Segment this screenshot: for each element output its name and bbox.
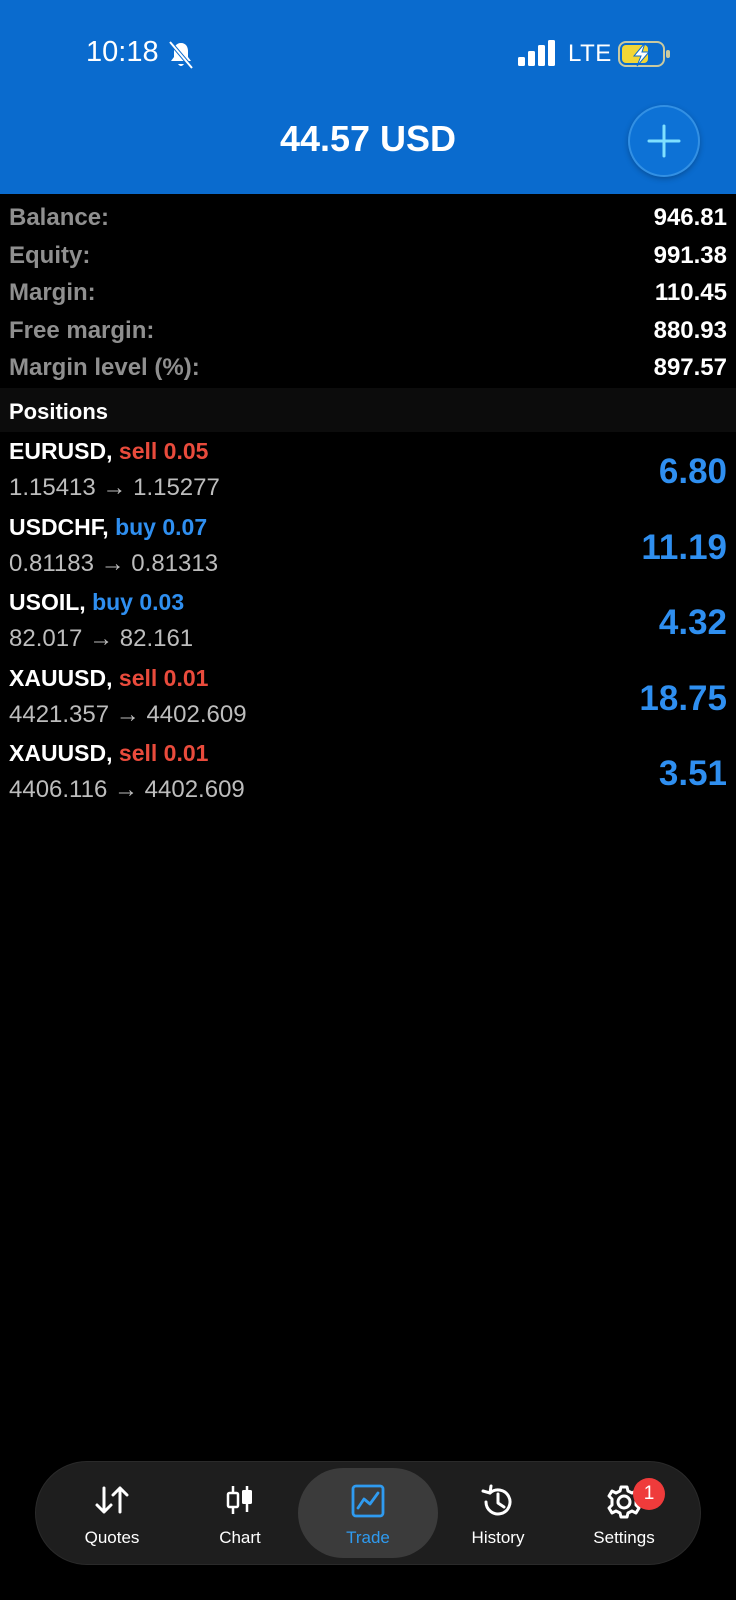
- account-profit-title: 44.57 USD: [279, 118, 457, 159]
- notification-badge: 1: [633, 1478, 665, 1510]
- position-row[interactable]: XAUUSD, sell 0.01 4406.116 → 4402.609 3.…: [0, 734, 736, 810]
- position-row[interactable]: USDCHF, buy 0.07 0.81183 → 0.81313 11.19: [0, 508, 736, 584]
- summary-label: Equity:: [9, 241, 91, 269]
- trade-chart-icon: [351, 1484, 385, 1518]
- quotes-arrows-icon: [95, 1486, 129, 1514]
- top-bar: 10:18 LTE 44.57 USD: [0, 0, 736, 194]
- position-profit: 4.32: [658, 603, 727, 642]
- summary-row-margin: Margin: 110.45: [0, 273, 736, 311]
- positions-list: EURUSD, sell 0.05 1.15413 → 1.15277 6.80…: [0, 432, 736, 810]
- position-row[interactable]: EURUSD, sell 0.05 1.15413 → 1.15277 6.80: [0, 432, 736, 508]
- status-time: 10:18: [86, 36, 159, 68]
- summary-row-margin-level: Margin level (%): 897.57: [0, 348, 736, 386]
- network-label: LTE: [568, 40, 612, 67]
- position-row[interactable]: XAUUSD, sell 0.01 4421.357 → 4402.609 18…: [0, 659, 736, 735]
- position-prices: 4406.116 → 4402.609: [9, 776, 245, 803]
- position-prices: 4421.357 → 4402.609: [9, 700, 247, 728]
- tab-trade[interactable]: Trade: [298, 1468, 438, 1558]
- plus-icon: [647, 124, 681, 158]
- position-symbol: EURUSD,: [9, 438, 113, 464]
- position-prices: 1.15413 → 1.15277: [9, 474, 220, 501]
- tab-label: Chart: [219, 1528, 261, 1547]
- positions-section-header: Positions: [0, 388, 736, 432]
- position-title: XAUUSD, sell 0.01: [9, 665, 208, 692]
- tab-label: Quotes: [84, 1528, 140, 1547]
- position-profit: 18.75: [639, 678, 727, 718]
- candlestick-icon: [226, 1486, 252, 1514]
- positions-section-title: Positions: [9, 399, 109, 424]
- bell-off-icon: [168, 40, 194, 70]
- tab-label: History: [471, 1528, 525, 1547]
- tab-history[interactable]: History: [434, 1468, 562, 1558]
- position-title: XAUUSD, sell 0.01: [9, 740, 208, 767]
- tab-chart[interactable]: Chart: [176, 1468, 304, 1558]
- position-prices: 82.017 → 82.161: [9, 625, 194, 652]
- position-profit: 11.19: [641, 527, 727, 567]
- summary-row-free-margin: Free margin: 880.93: [0, 311, 736, 349]
- position-side: buy 0.07: [115, 513, 208, 540]
- position-side: sell 0.01: [118, 740, 209, 766]
- summary-value: 946.81: [653, 204, 727, 231]
- position-side: sell 0.01: [118, 664, 209, 691]
- position-side: sell 0.05: [118, 438, 209, 464]
- summary-value: 991.38: [653, 241, 727, 269]
- position-side: buy 0.03: [92, 589, 185, 615]
- bottom-tab-bar: Quotes Chart Trade History 1 Settings: [36, 1462, 700, 1564]
- summary-row-equity: Equity: 991.38: [0, 236, 736, 274]
- summary-label: Margin:: [9, 279, 96, 306]
- position-symbol: XAUUSD,: [9, 664, 113, 691]
- summary-value: 880.93: [653, 316, 727, 344]
- summary-row-balance: Balance: 946.81: [0, 198, 736, 236]
- summary-label: Margin level (%):: [9, 354, 200, 381]
- position-profit: 3.51: [658, 754, 727, 793]
- position-symbol: USOIL,: [9, 589, 86, 615]
- tab-label: Settings: [593, 1528, 655, 1547]
- account-summary: Balance: 946.81 Equity: 991.38 Margin: 1…: [0, 198, 736, 386]
- position-title: USOIL, buy 0.03: [9, 589, 184, 616]
- position-symbol: XAUUSD,: [9, 740, 113, 766]
- summary-value: 110.45: [654, 279, 727, 306]
- position-row[interactable]: USOIL, buy 0.03 82.017 → 82.161 4.32: [0, 583, 736, 659]
- tab-quotes[interactable]: Quotes: [48, 1468, 176, 1558]
- summary-label: Free margin:: [9, 316, 155, 344]
- new-order-button[interactable]: [628, 105, 700, 177]
- summary-value: 897.57: [653, 354, 727, 381]
- tab-settings[interactable]: 1 Settings: [560, 1468, 688, 1558]
- history-clock-icon: [481, 1484, 512, 1516]
- summary-label: Balance:: [9, 204, 110, 231]
- position-title: USDCHF, buy 0.07: [9, 514, 207, 541]
- position-title: EURUSD, sell 0.05: [9, 438, 208, 465]
- signal-icon: [518, 40, 555, 66]
- position-prices: 0.81183 → 0.81313: [9, 549, 219, 577]
- position-profit: 6.80: [658, 452, 727, 491]
- battery-charging-icon: [618, 41, 670, 67]
- tab-label: Trade: [346, 1528, 390, 1547]
- position-symbol: USDCHF,: [9, 513, 109, 540]
